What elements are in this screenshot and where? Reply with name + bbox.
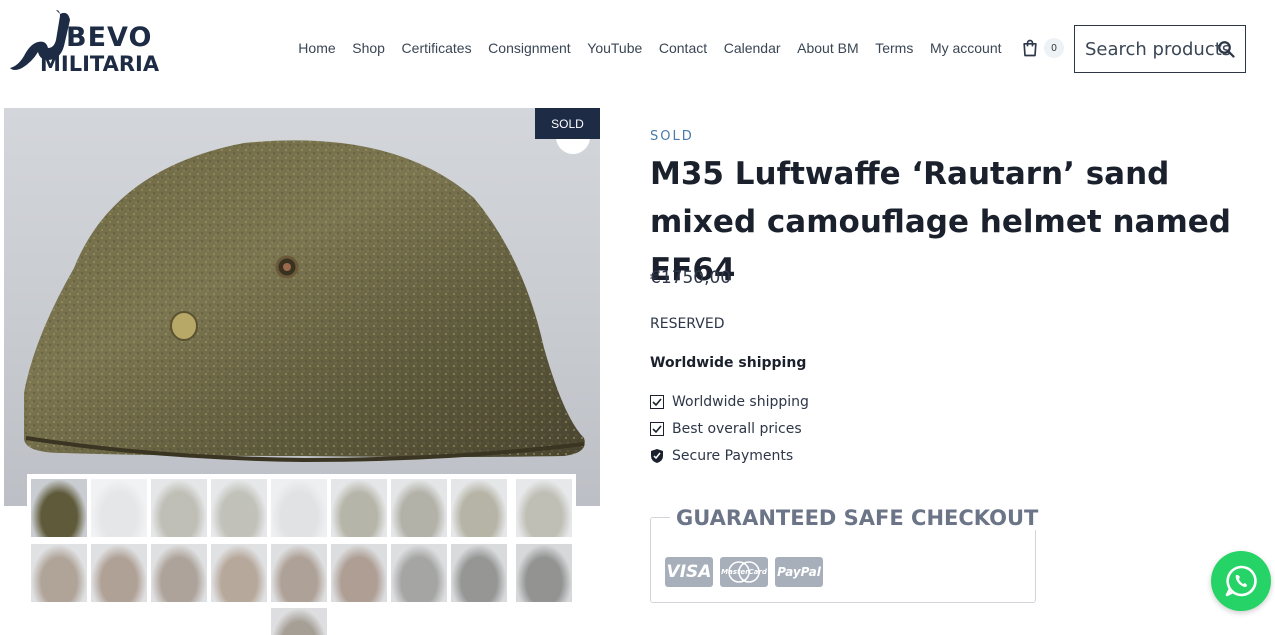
gallery-thumbnail[interactable] bbox=[451, 479, 507, 537]
whatsapp-chat-button[interactable] bbox=[1211, 551, 1271, 611]
feature-secure-payments: Secure Payments bbox=[650, 448, 793, 464]
gallery-thumbnail[interactable] bbox=[151, 479, 207, 537]
main-nav: Home Shop Certificates Consignment YouTu… bbox=[290, 40, 1010, 56]
nav-home[interactable]: Home bbox=[290, 40, 344, 56]
gallery-thumbnail[interactable] bbox=[391, 479, 447, 537]
gallery-thumbnail[interactable] bbox=[271, 544, 327, 602]
sold-badge: SOLD bbox=[535, 108, 600, 139]
feature-label: Best overall prices bbox=[672, 421, 802, 437]
availability-text: RESERVED bbox=[650, 316, 725, 332]
feature-label: Worldwide shipping bbox=[672, 394, 809, 410]
gallery-thumbnail[interactable] bbox=[391, 544, 447, 602]
nav-certificates[interactable]: Certificates bbox=[393, 40, 480, 56]
product-main-image[interactable] bbox=[4, 108, 600, 506]
mastercard-label: MasterCard bbox=[721, 568, 767, 576]
product-price: €1750,00 bbox=[650, 268, 732, 288]
nav-about[interactable]: About BM bbox=[789, 40, 867, 56]
gallery-thumbnail[interactable] bbox=[91, 544, 147, 602]
logo-text-bevo: BEVO bbox=[66, 22, 153, 53]
feature-label: Secure Payments bbox=[672, 448, 794, 464]
nav-calendar[interactable]: Calendar bbox=[715, 40, 788, 56]
gallery-thumbnail[interactable] bbox=[331, 544, 387, 602]
helmet-image bbox=[24, 140, 585, 463]
nav-consignment[interactable]: Consignment bbox=[480, 40, 579, 56]
shipping-heading: Worldwide shipping bbox=[650, 355, 807, 371]
gallery-thumbnail[interactable] bbox=[271, 608, 327, 635]
gallery-thumbnail[interactable] bbox=[451, 544, 507, 602]
check-icon bbox=[650, 422, 664, 436]
gallery-thumbnail[interactable] bbox=[91, 479, 147, 537]
feature-best-prices: Best overall prices bbox=[650, 421, 802, 437]
search-placeholder: Search products bbox=[1085, 38, 1232, 60]
gallery-thumbnail[interactable] bbox=[211, 544, 267, 602]
visa-icon: VISA bbox=[665, 557, 713, 587]
nav-my-account[interactable]: My account bbox=[922, 40, 1010, 56]
site-logo[interactable]: BEVO MILITARIA bbox=[8, 8, 159, 80]
feature-worldwide-shipping: Worldwide shipping bbox=[650, 394, 809, 410]
whatsapp-icon bbox=[1225, 565, 1257, 597]
nav-terms[interactable]: Terms bbox=[867, 40, 922, 56]
nav-shop[interactable]: Shop bbox=[344, 40, 393, 56]
logo-text-militaria: MILITARIA bbox=[40, 52, 160, 76]
safe-checkout-title: GUARANTEED SAFE CHECKOUT bbox=[670, 506, 1045, 530]
shield-check-icon bbox=[651, 449, 663, 463]
search-icon[interactable] bbox=[1217, 40, 1235, 58]
gallery-thumbnail[interactable] bbox=[31, 544, 87, 602]
nav-contact[interactable]: Contact bbox=[651, 40, 716, 56]
search-input[interactable]: Search products bbox=[1074, 25, 1246, 73]
gallery-thumbnail[interactable] bbox=[331, 479, 387, 537]
cart-button[interactable]: 0 bbox=[1020, 38, 1064, 58]
mastercard-icon: MasterCard bbox=[720, 557, 768, 587]
gallery-thumbnail[interactable] bbox=[31, 479, 87, 537]
gallery-thumbnail[interactable] bbox=[516, 544, 572, 602]
gallery-thumbnail[interactable] bbox=[151, 544, 207, 602]
cart-count-badge: 0 bbox=[1044, 38, 1064, 58]
product-title: M35 Luftwaffe ‘Rautarn’ sand mixed camou… bbox=[650, 156, 1231, 288]
product-status: SOLD bbox=[650, 129, 694, 144]
nav-youtube[interactable]: YouTube bbox=[579, 40, 651, 56]
gallery-thumbnail[interactable] bbox=[211, 479, 267, 537]
shopping-bag-icon bbox=[1023, 39, 1037, 57]
gallery-thumbnail[interactable] bbox=[516, 479, 572, 537]
check-icon bbox=[650, 395, 664, 409]
paypal-icon: PayPal bbox=[775, 557, 823, 587]
gallery-thumbnail[interactable] bbox=[271, 479, 327, 537]
